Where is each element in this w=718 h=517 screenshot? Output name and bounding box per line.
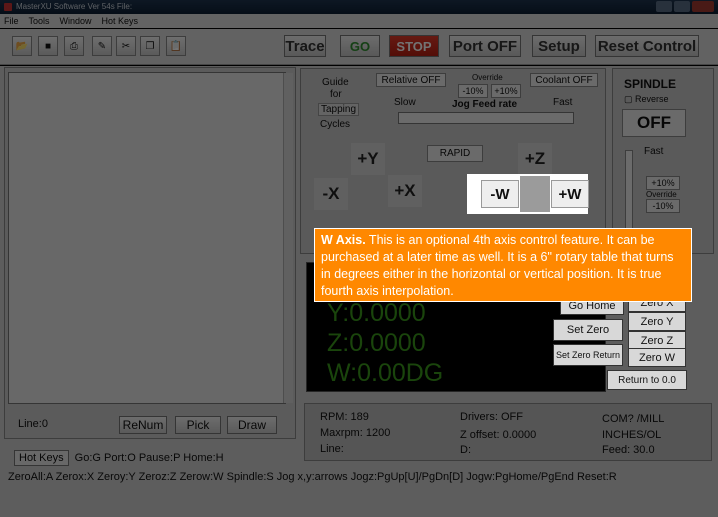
hotkey-summary-2: ZeroAll:A Zerox:X Zeroy:Y Zeroz:Z Zerow:… xyxy=(8,471,617,483)
gcode-editor[interactable] xyxy=(8,72,293,404)
w-axis-center xyxy=(520,176,550,212)
window-title: MasterXU Software Ver 54s File: xyxy=(16,2,133,11)
tapping-button[interactable]: Tapping xyxy=(318,103,360,116)
copy-icon[interactable]: ❐ xyxy=(140,36,160,56)
dro-z-value: Z:0.0000 xyxy=(327,329,426,357)
rpm-readout: RPM: 189 xyxy=(320,411,369,423)
minimize-button[interactable] xyxy=(656,1,672,12)
reset-control-button[interactable]: Reset Control xyxy=(595,35,699,57)
window-controls xyxy=(656,1,714,12)
title-bar: MasterXU Software Ver 54s File: xyxy=(0,0,718,14)
paste-icon[interactable]: 📋 xyxy=(166,36,186,56)
close-button[interactable] xyxy=(692,1,714,12)
spindle-off-button[interactable]: OFF xyxy=(622,109,686,137)
guide-label-2: for xyxy=(330,89,342,100)
hotkey-summary-1: Go:G Port:O Pause:P Home:H xyxy=(74,452,224,464)
jog-feed-slider[interactable] xyxy=(398,112,574,124)
drivers-readout: Drivers: OFF xyxy=(460,411,523,423)
app-icon xyxy=(4,3,12,11)
jog-plus-y-button[interactable]: +Y xyxy=(351,143,385,175)
jog-minus-w-button[interactable]: -W xyxy=(481,180,519,208)
units-readout: INCHES/OL xyxy=(602,429,662,441)
relative-off-button[interactable]: Relative OFF xyxy=(376,73,446,87)
stop-button[interactable]: STOP xyxy=(389,35,439,57)
maxrpm-readout: Maxrpm: 1200 xyxy=(320,427,391,439)
callout-body: This is an optional 4th axis control fea… xyxy=(321,233,674,298)
status-line-readout: Line: xyxy=(320,443,344,455)
print-icon[interactable]: ⎙ xyxy=(64,36,84,56)
d-readout: D: xyxy=(460,444,471,456)
slow-label: Slow xyxy=(394,97,416,108)
spindle-override-label: Override xyxy=(646,190,677,199)
cut-icon[interactable]: ✂ xyxy=(116,36,136,56)
edit-icon[interactable]: ✎ xyxy=(92,36,112,56)
com-readout: COM? /MILL xyxy=(602,413,665,425)
draw-button[interactable]: Draw xyxy=(227,416,277,434)
spindle-minus10-button[interactable]: -10% xyxy=(646,199,680,213)
setup-button[interactable]: Setup xyxy=(532,35,586,57)
spindle-plus10-button[interactable]: +10% xyxy=(646,176,680,190)
gcode-scrollbar[interactable] xyxy=(283,73,293,403)
fast-label: Fast xyxy=(553,97,573,108)
pick-button[interactable]: Pick xyxy=(175,416,221,434)
port-off-button[interactable]: Port OFF xyxy=(449,35,521,57)
z-offset-readout: Z offset: 0.0000 xyxy=(460,429,537,441)
renum-button[interactable]: ReNum xyxy=(119,416,167,434)
jog-plus10-button[interactable]: +10% xyxy=(491,84,521,98)
menu-hot-keys[interactable]: Hot Keys xyxy=(102,16,139,28)
menu-bar: File Tools Window Hot Keys xyxy=(0,14,718,28)
spindle-fast-label: Fast xyxy=(644,146,664,157)
dro-w-value: W:0.00DG xyxy=(327,359,444,387)
guide-label-1: Guide xyxy=(322,77,349,88)
spindle-reverse-checkbox[interactable]: ▢ Reverse xyxy=(624,94,669,105)
cycles-label: Cycles xyxy=(320,119,351,130)
zero-w-button[interactable]: Zero W xyxy=(628,348,686,367)
menu-window[interactable]: Window xyxy=(60,16,92,28)
jog-minus10-button[interactable]: -10% xyxy=(458,84,488,98)
callout-heading: W Axis. xyxy=(321,233,366,247)
feed-readout: Feed: 30.0 xyxy=(602,444,655,456)
maximize-button[interactable] xyxy=(674,1,690,12)
dro-y-value: Y:0.0000 xyxy=(327,299,426,327)
go-button[interactable]: GO xyxy=(340,35,380,57)
spindle-title: SPINDLE xyxy=(624,77,677,91)
open-folder-icon[interactable]: 📂 xyxy=(12,36,32,56)
menu-file[interactable]: File xyxy=(4,16,19,28)
jog-feed-rate-label: Jog Feed rate xyxy=(452,99,518,110)
line-number: Line:0 xyxy=(18,418,48,430)
toolbar: 📂 ■ ⎙ ✎ ✂ ❐ 📋 Trace GO STOP Port OFF Set… xyxy=(0,29,718,65)
save-icon[interactable]: ■ xyxy=(38,36,58,56)
w-axis-callout: W Axis. This is an optional 4th axis con… xyxy=(314,228,692,302)
set-zero-button[interactable]: Set Zero xyxy=(553,319,623,341)
coolant-off-button[interactable]: Coolant OFF xyxy=(530,73,598,87)
jog-plus-x-button[interactable]: +X xyxy=(388,175,422,207)
hotkey-row: Hot Keys Go:G Port:O Pause:P Home:H xyxy=(14,450,224,466)
jog-plus-z-button[interactable]: +Z xyxy=(518,143,552,175)
zero-y-button[interactable]: Zero Y xyxy=(628,312,686,331)
spindle-reverse-label: Reverse xyxy=(635,94,669,104)
rapid-button[interactable]: RAPID xyxy=(427,145,483,162)
jog-minus-x-button[interactable]: -X xyxy=(314,178,348,210)
set-zero-return-button[interactable]: Set Zero Return xyxy=(553,344,623,366)
menu-tools[interactable]: Tools xyxy=(29,16,50,28)
jog-plus-w-button[interactable]: +W xyxy=(551,180,589,208)
jog-override-label: Override xyxy=(472,73,503,82)
hot-keys-button[interactable]: Hot Keys xyxy=(14,450,69,466)
return-to-zero-button[interactable]: Return to 0.0 xyxy=(607,370,687,390)
trace-button[interactable]: Trace xyxy=(284,35,326,57)
